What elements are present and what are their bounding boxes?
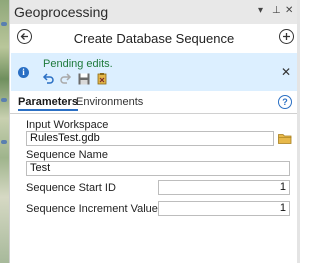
sequence-increment-label: Sequence Increment Value (26, 203, 158, 215)
undo-icon[interactable] (41, 72, 55, 86)
pane-title: Geoprocessing (14, 4, 109, 20)
browse-folder-icon[interactable] (278, 133, 292, 144)
info-icon: i (18, 67, 29, 78)
tool-title: Create Database Sequence (73, 31, 235, 46)
pane-titlebar: Geoprocessing ▾ ⊥ ✕ (10, 0, 298, 24)
sequence-increment-field[interactable]: 1 (158, 201, 290, 216)
pane-right-edge (297, 0, 300, 263)
sequence-name-field[interactable]: Test (26, 161, 290, 176)
input-workspace-field[interactable]: RulesTest.gdb (26, 131, 274, 146)
dismiss-banner-button[interactable]: ✕ (281, 65, 291, 79)
geoprocessing-pane: Geoprocessing ▾ ⊥ ✕ Create Database Sequ… (9, 0, 298, 263)
pane-menu-dropdown[interactable]: ▾ (258, 5, 263, 16)
tab-environments[interactable]: Environments (76, 96, 143, 108)
tool-header: Create Database Sequence (10, 24, 298, 52)
pending-edits-banner: i Pending edits. ✕ (11, 53, 298, 91)
close-pane-button[interactable]: ✕ (285, 5, 293, 16)
sequence-name-label: Sequence Name (26, 149, 108, 161)
sequence-start-id-label: Sequence Start ID (26, 182, 116, 194)
input-workspace-label: Input Workspace (26, 119, 109, 131)
map-feature (1, 98, 7, 102)
map-feature (1, 22, 7, 26)
add-to-favorites-button[interactable] (279, 29, 294, 44)
plus-icon (283, 33, 290, 40)
tab-divider (10, 113, 298, 114)
pin-icon[interactable]: ⊥ (272, 5, 281, 16)
discard-edits-icon[interactable] (95, 72, 109, 86)
redo-icon[interactable] (59, 72, 73, 86)
map-view-edge (0, 0, 9, 263)
pending-edits-message: Pending edits. (43, 58, 113, 70)
sequence-start-id-field[interactable]: 1 (158, 180, 290, 195)
tab-parameters[interactable]: Parameters (18, 96, 78, 111)
help-icon[interactable]: ? (278, 95, 292, 109)
save-edits-icon[interactable] (77, 72, 91, 86)
tool-tabs: Parameters Environments ? (10, 93, 298, 113)
map-feature (1, 140, 7, 144)
